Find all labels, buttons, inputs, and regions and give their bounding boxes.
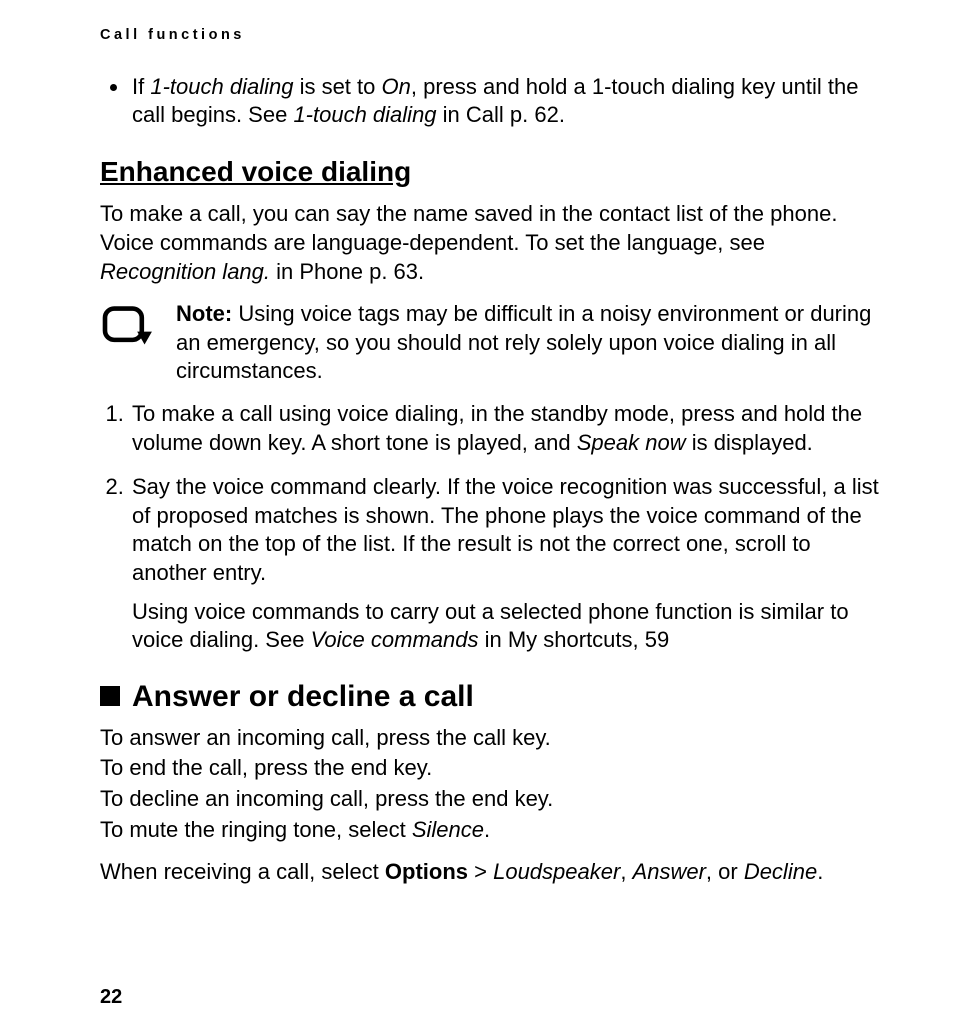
text: is set to — [293, 74, 381, 99]
note-text: Note: Using voice tags may be difficult … — [176, 300, 884, 386]
bullet-list: If 1-touch dialing is set to On, press a… — [100, 73, 884, 130]
text-italic: On — [382, 74, 411, 99]
text: When receiving a call, select — [100, 859, 385, 884]
paragraph: To end the call, press the end key. — [100, 754, 884, 783]
paragraph-options: When receiving a call, select Options > … — [100, 858, 884, 887]
text: If — [132, 74, 150, 99]
text-italic: Voice commands — [311, 627, 479, 652]
text-italic: Decline — [744, 859, 817, 884]
text: in Phone p. 63. — [270, 259, 424, 284]
text: To make a call, you can say the name sav… — [100, 201, 837, 255]
text: , — [620, 859, 632, 884]
text: To mute the ringing tone, select — [100, 817, 412, 842]
text-italic: 1-touch dialing — [150, 74, 293, 99]
ordered-steps: To make a call using voice dialing, in t… — [100, 400, 884, 655]
square-bullet-icon — [100, 686, 120, 706]
text-italic: Recognition lang. — [100, 259, 270, 284]
step-1: To make a call using voice dialing, in t… — [130, 400, 884, 457]
text: . — [817, 859, 823, 884]
paragraph: To answer an incoming call, press the ca… — [100, 724, 884, 753]
text: is displayed. — [686, 430, 813, 455]
paragraph-evd-intro: To make a call, you can say the name sav… — [100, 200, 884, 286]
text-italic: Answer — [633, 859, 706, 884]
note-label: Note: — [176, 301, 232, 326]
running-header: Call functions — [100, 26, 884, 45]
text: in My shortcuts, 59 — [478, 627, 669, 652]
text-bold: Options — [385, 859, 468, 884]
note-block: Note: Using voice tags may be difficult … — [100, 300, 884, 386]
note-icon — [100, 300, 156, 358]
text-italic: Speak now — [577, 430, 686, 455]
text: Say the voice command clearly. If the vo… — [132, 474, 879, 585]
text: > — [468, 859, 493, 884]
step-2: Say the voice command clearly. If the vo… — [130, 473, 884, 655]
text: , or — [706, 859, 744, 884]
page: Call functions If 1-touch dialing is set… — [0, 0, 954, 1036]
heading-answer-decline: Answer or decline a call — [100, 677, 884, 716]
text: in Call p. 62. — [437, 102, 565, 127]
text-italic: 1-touch dialing — [293, 102, 436, 127]
answer-paragraph-block: To answer an incoming call, press the ca… — [100, 724, 884, 844]
page-number: 22 — [100, 984, 122, 1010]
text: . — [484, 817, 490, 842]
text-italic: Silence — [412, 817, 484, 842]
paragraph: To mute the ringing tone, select Silence… — [100, 816, 884, 845]
bullet-item-1touch: If 1-touch dialing is set to On, press a… — [130, 73, 884, 130]
heading-enhanced-voice-dialing: Enhanced voice dialing — [100, 154, 884, 190]
text-italic: Loudspeaker — [493, 859, 620, 884]
note-body: Using voice tags may be difficult in a n… — [176, 301, 871, 383]
step-2-sub: Using voice commands to carry out a sele… — [132, 598, 884, 655]
heading-text: Answer or decline a call — [132, 677, 474, 716]
paragraph: To decline an incoming call, press the e… — [100, 785, 884, 814]
